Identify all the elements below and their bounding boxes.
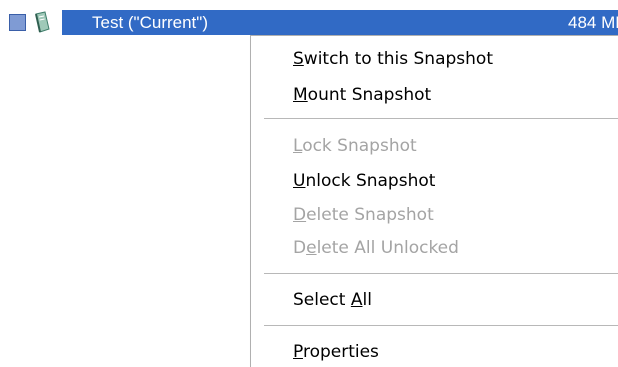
menu-item-mnemonic: A: [350, 290, 363, 310]
menu-separator: [264, 118, 618, 120]
menu-item-mnemonic: S: [293, 49, 304, 69]
menu-item-unlock-snapshot[interactable]: Unlock Snapshot: [251, 168, 618, 194]
menu-item-text-pre: Select: [293, 290, 351, 310]
menu-item-properties[interactable]: Properties: [251, 339, 618, 365]
snapshot-size: 484 MB: [568, 13, 618, 32]
menu-item-text-post: nlock Snapshot: [305, 171, 436, 191]
menu-item-mnemonic: L: [293, 136, 303, 156]
checkbox-icon[interactable]: [9, 14, 26, 31]
menu-item-delete-snapshot[interactable]: Delete Snapshot: [251, 202, 618, 228]
menu-item-lock-snapshot[interactable]: Lock Snapshot: [251, 133, 618, 159]
menu-item-mnemonic: M: [293, 85, 308, 105]
menu-item-text-post: ll: [362, 290, 372, 310]
menu-separator: [264, 325, 618, 327]
snapshot-name: Test ("Current"): [92, 13, 208, 32]
menu-separator: [264, 273, 618, 275]
menu-item-text-pre: D: [293, 238, 307, 258]
snapshot-book-icon: [35, 11, 50, 33]
context-menu: Switch to this Snapshot Mount Snapshot L…: [250, 35, 618, 367]
menu-item-text-post: witch to this Snapshot: [303, 49, 493, 69]
menu-item-select-all[interactable]: Select All: [251, 287, 618, 313]
menu-item-text-post: elete Snapshot: [306, 205, 434, 225]
menu-item-text-post: roperties: [302, 342, 379, 362]
menu-item-mnemonic: e: [306, 238, 317, 258]
menu-item-mnemonic: D: [293, 205, 307, 225]
menu-item-mount-snapshot[interactable]: Mount Snapshot: [251, 82, 618, 108]
menu-item-mnemonic: P: [293, 342, 303, 362]
menu-item-text-post: ount Snapshot: [307, 85, 432, 105]
snapshot-row[interactable]: Test ("Current") 484 MB: [0, 10, 618, 35]
menu-item-mnemonic: U: [293, 171, 306, 191]
menu-item-delete-all-unlocked[interactable]: Delete All Unlocked: [251, 235, 618, 261]
menu-item-text-post: lete All Unlocked: [316, 238, 459, 258]
menu-item-switch-to-snapshot[interactable]: Switch to this Snapshot: [251, 46, 618, 72]
menu-item-text-post: ock Snapshot: [302, 136, 417, 156]
